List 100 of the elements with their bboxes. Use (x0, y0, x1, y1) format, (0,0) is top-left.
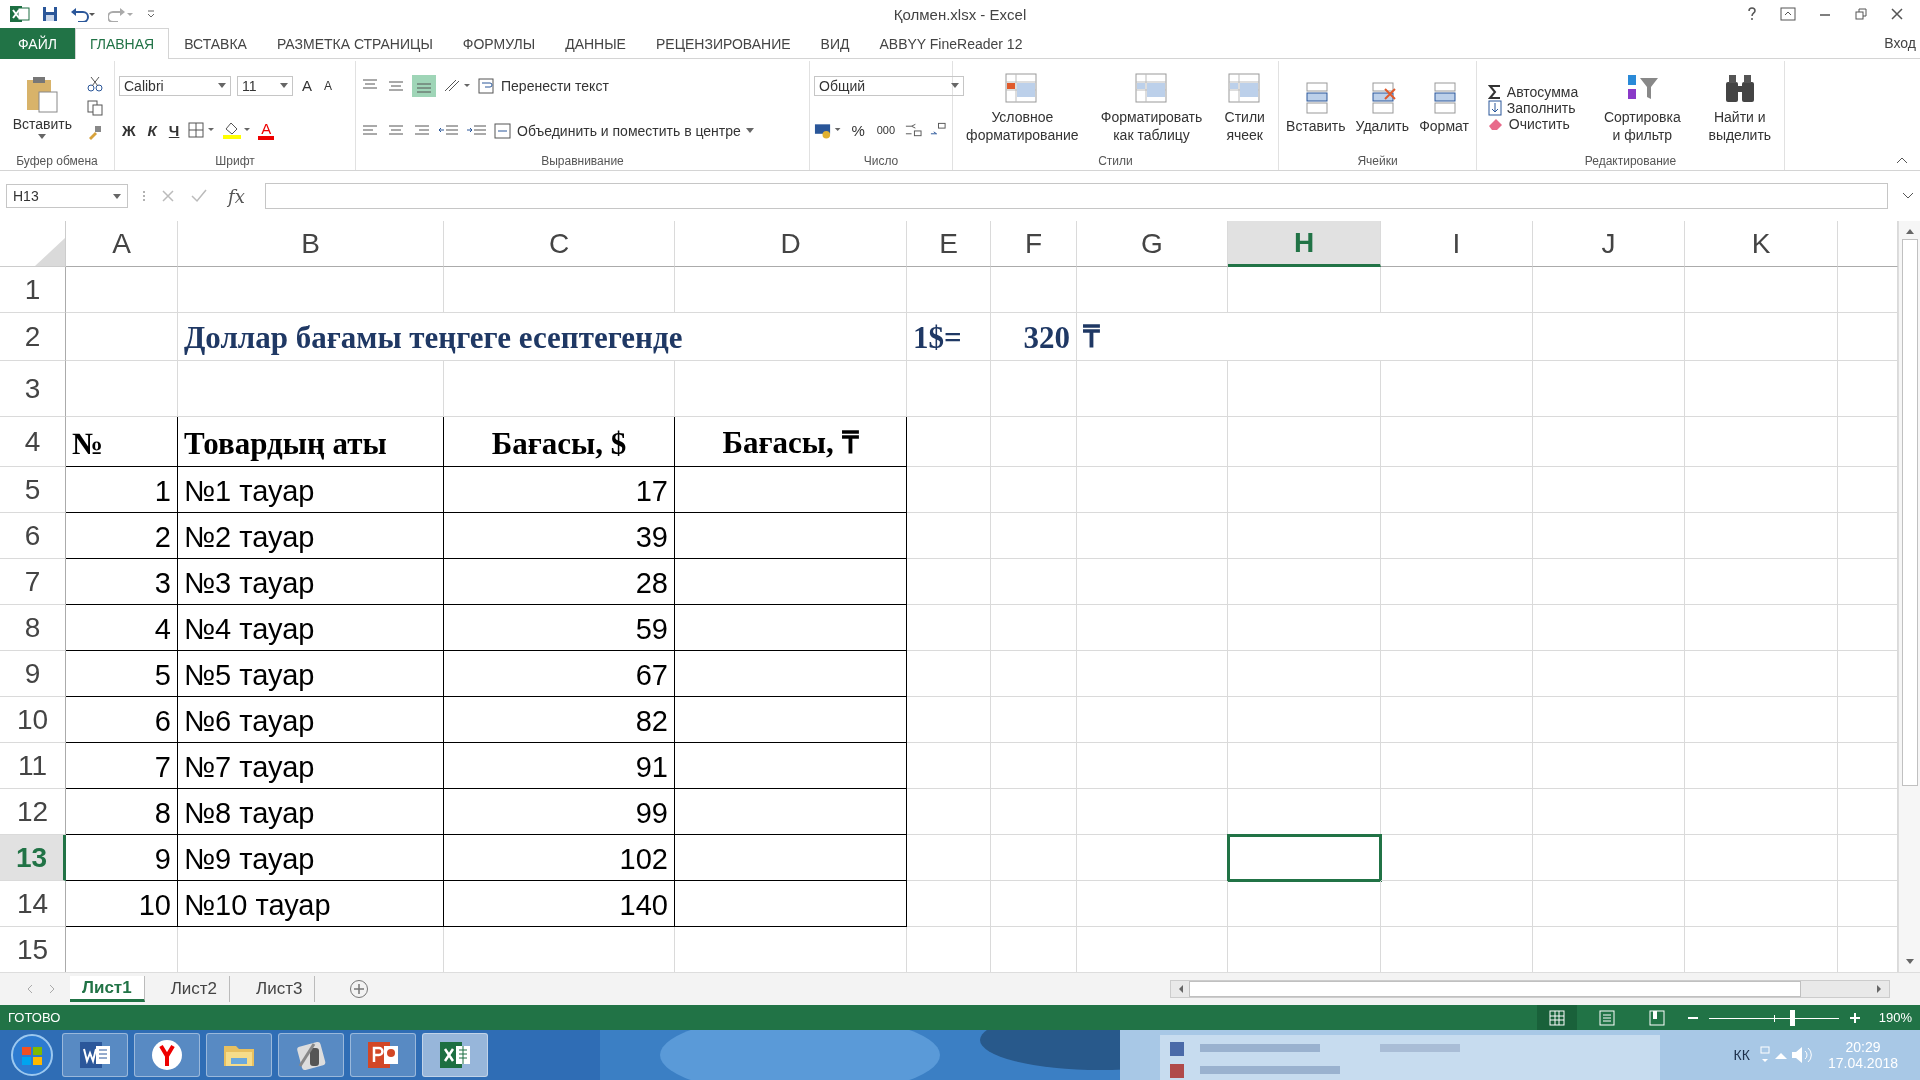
style-button[interactable]: Условное форматирование (966, 107, 1079, 144)
zoom-slider[interactable] (1708, 1009, 1839, 1026)
wrap-text-button[interactable]: Перенести текст (478, 78, 609, 95)
sort-filter-button[interactable]: Сортировка и фильтр (1603, 107, 1681, 144)
column-header[interactable]: F (991, 221, 1077, 267)
scroll-right-icon[interactable] (1875, 984, 1883, 994)
ribbon-tab[interactable]: ВСТАВКА (169, 28, 262, 59)
style-button[interactable]: Стили ячеек (1224, 107, 1265, 144)
scroll-thumb[interactable] (1901, 239, 1918, 786)
dropdown-icon[interactable] (951, 83, 959, 89)
dropdown-icon[interactable] (745, 128, 754, 134)
fill-button[interactable]: Заполнить (1487, 99, 1579, 116)
currency-icon[interactable] (814, 121, 843, 140)
shrink-font-button[interactable]: A (321, 78, 336, 93)
column-header[interactable]: I (1381, 221, 1533, 267)
brush-icon[interactable] (87, 123, 104, 140)
column-header[interactable]: G (1077, 221, 1228, 267)
ribbon-tab[interactable]: РАЗМЕТКА СТРАНИЦЫ (261, 28, 448, 59)
close-icon[interactable] (1890, 7, 1904, 21)
italic-button[interactable]: К (144, 121, 160, 139)
borders-icon[interactable] (188, 122, 217, 138)
normal-view-icon[interactable] (1536, 1004, 1577, 1031)
expand-icon[interactable] (1902, 192, 1914, 200)
find-select-button[interactable]: Найти и выделить (1708, 107, 1772, 144)
autosum-button[interactable]: Автосумма (1487, 83, 1579, 100)
add-sheet-icon[interactable] (349, 979, 370, 999)
powerpoint-app-icon[interactable] (350, 1033, 416, 1077)
scissors-icon[interactable] (87, 75, 104, 92)
row-header[interactable]: 9 (0, 651, 66, 697)
dropdown-icon[interactable] (38, 134, 47, 139)
sign-in-link[interactable]: Вход (1884, 35, 1920, 51)
ribbon-tab[interactable]: ФОРМУЛЫ (447, 28, 551, 59)
percent-button[interactable]: % (848, 121, 868, 139)
check-icon[interactable] (190, 188, 208, 204)
cells-button[interactable]: Формат (1419, 116, 1469, 135)
row-header[interactable]: 8 (0, 605, 66, 651)
ribbon-tab[interactable]: РЕЦЕНЗИРОВАНИЕ (640, 28, 806, 59)
fill-color-icon[interactable] (222, 121, 253, 139)
copy-icon[interactable] (87, 99, 104, 116)
word-app-icon[interactable] (62, 1033, 128, 1077)
paste-button[interactable]: Вставить (10, 76, 74, 139)
column-header[interactable]: D (675, 221, 907, 267)
grow-font-button[interactable]: A (299, 77, 315, 94)
folder-app-icon[interactable] (206, 1033, 272, 1077)
redo-icon[interactable] (108, 6, 134, 22)
scroll-up-icon[interactable] (1904, 227, 1915, 235)
ribbon-tab[interactable]: ФАЙЛ (0, 28, 75, 59)
row-header[interactable]: 14 (0, 881, 66, 927)
ribbon-tab[interactable]: ГЛАВНАЯ (74, 28, 170, 59)
scroll-down-icon[interactable] (1904, 958, 1915, 966)
help-icon[interactable] (1746, 7, 1758, 21)
align-bottom-icon[interactable] (412, 75, 436, 98)
thousands-button[interactable]: 000 (873, 124, 899, 137)
scroll-left-icon[interactable] (1177, 984, 1185, 994)
undo-icon[interactable] (70, 6, 96, 22)
excel-app-icon[interactable] (422, 1033, 488, 1077)
column-header[interactable]: B (178, 221, 444, 267)
scroll-thumb[interactable] (1189, 981, 1801, 997)
dropdown-icon[interactable] (280, 83, 288, 88)
cells-button[interactable]: Вставить (1286, 116, 1346, 135)
column-header[interactable]: E (907, 221, 991, 267)
zoom-in-icon[interactable] (1848, 1011, 1861, 1024)
column-header[interactable]: H (1228, 221, 1381, 267)
row-header[interactable]: 3 (0, 361, 66, 417)
formula-input[interactable] (264, 183, 1888, 209)
tools-app-icon[interactable] (278, 1033, 344, 1077)
sheet-tab[interactable]: Лист2 (158, 976, 231, 1002)
row-header[interactable]: 4 (0, 417, 66, 467)
clear-button[interactable]: Очистить (1487, 115, 1579, 132)
font-color-button[interactable]: A (258, 120, 275, 140)
dropdown-icon[interactable] (113, 193, 121, 199)
drag-handle-icon[interactable] (142, 190, 146, 202)
dropdown-icon[interactable] (218, 83, 226, 88)
row-header[interactable]: 13 (0, 835, 66, 881)
row-header[interactable]: 6 (0, 513, 66, 559)
ribbon-tab[interactable]: ABBYY FineReader 12 (864, 28, 1038, 59)
row-header[interactable]: 1 (0, 267, 66, 313)
column-header[interactable]: C (444, 221, 675, 267)
ribbon-tab[interactable]: ВИД (805, 28, 865, 59)
browser-app-icon[interactable] (134, 1033, 200, 1077)
underline-button[interactable]: Ч (165, 121, 183, 139)
zoom-level[interactable]: 190% (1878, 1010, 1912, 1025)
column-header[interactable]: K (1685, 221, 1838, 267)
row-header[interactable]: 7 (0, 559, 66, 605)
restore-icon[interactable] (1854, 7, 1868, 21)
style-button[interactable]: Форматировать как таблицу (1100, 107, 1203, 144)
column-header[interactable]: J (1533, 221, 1685, 267)
ribbon-tab[interactable]: ДАННЫЕ (550, 28, 641, 59)
row-header[interactable]: 11 (0, 743, 66, 789)
column-header[interactable]: A (66, 221, 178, 267)
language-indicator[interactable]: КК (1733, 1047, 1750, 1063)
cells-button[interactable]: Удалить (1355, 116, 1410, 135)
font-size-field[interactable]: 11 (237, 75, 293, 96)
sheet-tab[interactable]: Лист3 (244, 976, 316, 1002)
save-icon[interactable] (42, 6, 58, 22)
sheet-tab[interactable]: Лист1 (70, 976, 145, 1002)
collapse-ribbon-icon[interactable] (1896, 156, 1908, 164)
row-header[interactable]: 10 (0, 697, 66, 743)
name-box[interactable]: H13 (6, 184, 128, 208)
font-name-field[interactable]: Calibri (119, 75, 231, 96)
